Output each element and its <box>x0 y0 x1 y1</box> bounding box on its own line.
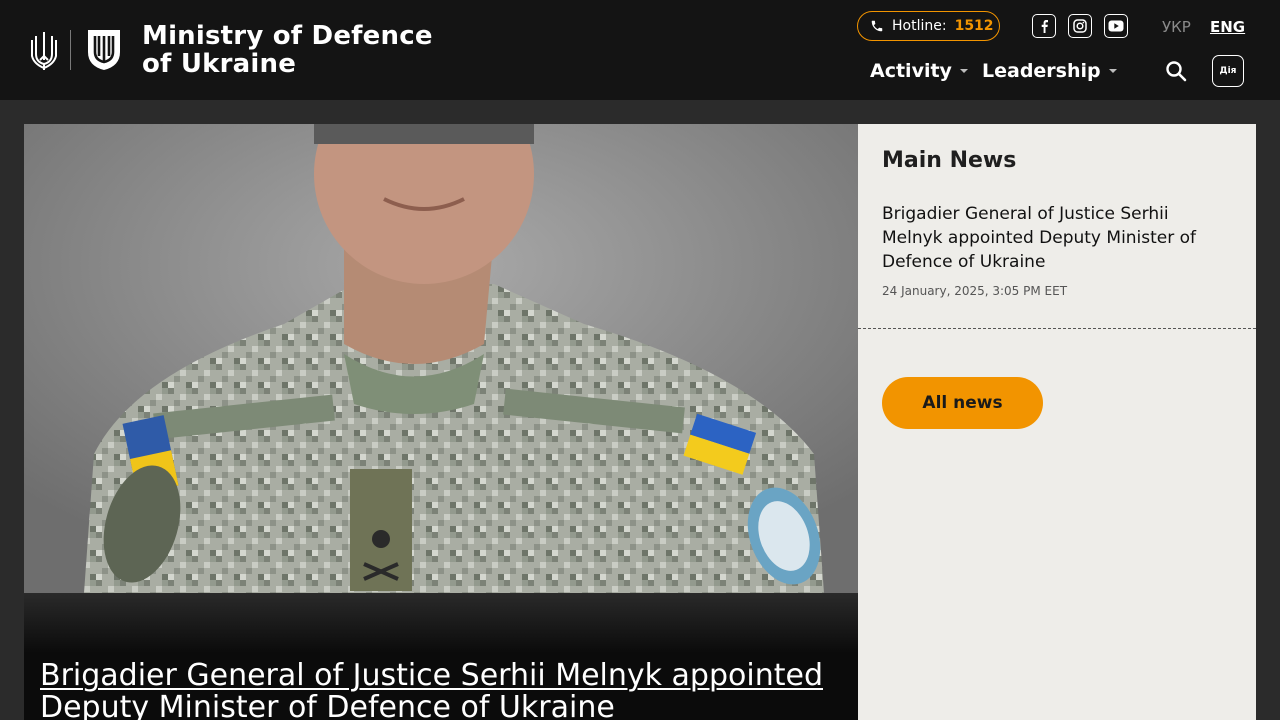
nav-leadership-label: Leadership <box>982 60 1101 82</box>
youtube-link[interactable] <box>1104 14 1128 38</box>
lang-ukr-link[interactable]: УКР <box>1162 18 1191 36</box>
nav-activity-label: Activity <box>870 60 952 82</box>
all-news-button[interactable]: All news <box>882 377 1043 429</box>
hero-fade <box>24 593 858 653</box>
caret-down-icon <box>959 69 968 73</box>
search-icon[interactable] <box>1164 59 1188 83</box>
site-title-line1: Ministry of Defence <box>142 21 433 51</box>
news-item[interactable]: Brigadier General of Justice Serhii Meln… <box>858 202 1256 329</box>
logo-divider <box>70 30 71 70</box>
trident-icon[interactable] <box>30 30 58 70</box>
all-news-label: All news <box>922 393 1003 413</box>
diia-label: Дія <box>1219 66 1237 76</box>
nav-activity[interactable]: Activity <box>870 60 968 82</box>
instagram-link[interactable] <box>1068 14 1092 38</box>
caret-down-icon <box>1108 69 1117 73</box>
phone-icon <box>871 20 883 32</box>
news-item-title[interactable]: Brigadier General of Justice Serhii Meln… <box>882 202 1232 274</box>
news-item-date: 24 January, 2025, 3:05 PM EET <box>882 284 1068 298</box>
site-header: Ministry of Defence of Ukraine Hotline: … <box>0 0 1280 100</box>
site-title-line2: of Ukraine <box>142 49 297 79</box>
diia-button[interactable]: Дія <box>1212 55 1244 87</box>
hero-title-link[interactable]: Brigadier General of Justice Serhii Meln… <box>40 660 840 720</box>
main-news-sidebar: Main News Brigadier General of Justice S… <box>858 124 1256 720</box>
youtube-icon <box>1108 20 1124 32</box>
facebook-icon <box>1041 20 1048 33</box>
hero-photo[interactable] <box>24 124 858 593</box>
site-title[interactable]: Ministry of Defence of Ukraine <box>142 22 433 78</box>
instagram-icon <box>1073 19 1087 33</box>
hotline-number: 1512 <box>954 18 994 34</box>
main-news-heading: Main News <box>882 148 1017 173</box>
hotline-label: Hotline: <box>892 18 947 34</box>
facebook-link[interactable] <box>1032 14 1056 38</box>
shield-logo-icon[interactable] <box>86 28 122 72</box>
hotline-button[interactable]: Hotline: 1512 <box>857 11 1000 41</box>
lang-eng-link[interactable]: ENG <box>1210 18 1245 36</box>
hero-news[interactable]: Brigadier General of Justice Serhii Meln… <box>24 124 858 720</box>
nav-leadership[interactable]: Leadership <box>982 60 1117 82</box>
